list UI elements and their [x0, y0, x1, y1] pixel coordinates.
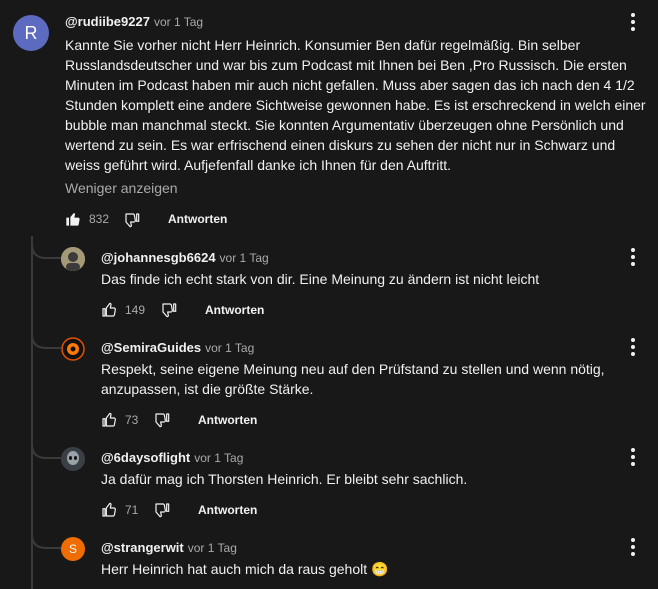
reply-header: @strangerwit vor 1 Tag	[101, 540, 237, 555]
like-button[interactable]	[101, 502, 119, 520]
avatar-letter: S	[68, 542, 77, 556]
timestamp[interactable]: vor 1 Tag	[205, 341, 254, 355]
reply-button[interactable]: Antworten	[168, 212, 227, 226]
avatar[interactable]	[61, 447, 85, 471]
more-vert-icon	[631, 13, 635, 31]
reply-header: @johannesgb6624 vor 1 Tag	[101, 250, 269, 265]
thread-connector	[31, 526, 61, 549]
avatar[interactable]: R	[13, 15, 49, 51]
comment-line: anzupassen, ist die größte Stärke.	[101, 381, 314, 397]
reply-header: @6daysoflight vor 1 Tag	[101, 450, 243, 465]
timestamp[interactable]: vor 1 Tag	[220, 251, 269, 265]
comment-line: Respekt, seine eigene Meinung neu auf de…	[101, 361, 605, 377]
avatar-logo-icon	[61, 337, 85, 361]
avatar[interactable]	[61, 337, 85, 361]
dislike-button[interactable]	[124, 212, 142, 230]
thumbs-up-icon	[102, 502, 116, 517]
avatar-photo-icon	[61, 447, 85, 471]
comment-line: Ja dafür mag ich Thorsten Heinrich. Er b…	[101, 471, 468, 487]
reply-header: @SemiraGuides vor 1 Tag	[101, 340, 254, 355]
thumbs-down-icon	[155, 503, 170, 518]
reply-button[interactable]: Antworten	[205, 303, 264, 317]
avatar-letter: R	[24, 22, 38, 43]
author-name[interactable]: @johannesgb6624	[101, 250, 216, 265]
comment-line: bubble man manchmal steckt. Sie konnten …	[65, 117, 624, 133]
comment-line: Kannte Sie vorher nicht Herr Heinrich. K…	[65, 37, 581, 53]
comment-menu-button[interactable]	[623, 12, 643, 32]
more-vert-icon	[631, 338, 635, 356]
comment-line: Herr Heinrich hat auch mich da raus geho…	[101, 561, 389, 577]
dislike-button[interactable]	[161, 302, 179, 320]
comment-menu-button[interactable]	[623, 537, 643, 557]
avatar-photo-icon	[61, 247, 85, 271]
comment-menu-button[interactable]	[623, 247, 643, 267]
comment-text: Kannte Sie vorher nicht Herr Heinrich. K…	[65, 35, 650, 175]
dislike-button[interactable]	[154, 412, 172, 430]
thumbs-up-icon	[66, 213, 80, 226]
thumbs-up-icon	[102, 302, 116, 317]
dislike-button[interactable]	[154, 502, 172, 520]
thumbs-up-icon	[102, 412, 116, 427]
thumbs-down-icon	[125, 213, 140, 228]
thumbs-down-icon	[162, 303, 177, 318]
comment-menu-button[interactable]	[623, 447, 643, 467]
like-button[interactable]	[101, 302, 119, 320]
timestamp[interactable]: vor 1 Tag	[154, 15, 203, 29]
comment-menu-button[interactable]	[623, 337, 643, 357]
more-vert-icon	[631, 448, 635, 466]
like-count: 832	[89, 212, 110, 226]
thread-connector	[31, 236, 61, 259]
comment-line: wertend zu sein. Es war erfrischend eine…	[65, 137, 616, 153]
like-count: 71	[125, 503, 139, 517]
like-count: 73	[125, 413, 139, 427]
like-count: 149	[125, 303, 146, 317]
comment-line: weiss geführt wird. Aufjefenfall danke i…	[65, 157, 451, 173]
avatar[interactable]	[61, 247, 85, 271]
comment-line: Minuten im Podcast haben mir auch nicht …	[65, 77, 635, 93]
more-vert-icon	[631, 538, 635, 556]
thread-connector	[31, 326, 61, 349]
author-name[interactable]: @6daysoflight	[101, 450, 190, 465]
comment-line: Russlandsdeutscher und war bis zum Podca…	[65, 57, 627, 73]
show-less-link[interactable]: Weniger anzeigen	[65, 180, 178, 196]
author-name[interactable]: @strangerwit	[101, 540, 184, 555]
timestamp[interactable]: vor 1 Tag	[188, 541, 237, 555]
reply-button[interactable]: Antworten	[198, 413, 257, 427]
comment-header: @rudiibe9227 vor 1 Tag	[65, 14, 203, 30]
thumbs-down-icon	[155, 413, 170, 428]
comment-line: Stunden komplett eine andere Sichtweise …	[65, 97, 646, 113]
avatar[interactable]: S	[61, 537, 85, 561]
comment-text: Respekt, seine eigene Meinung neu auf de…	[101, 359, 641, 399]
author-name[interactable]: @SemiraGuides	[101, 340, 201, 355]
like-button[interactable]	[101, 412, 119, 430]
comment-text: Das finde ich echt stark von dir. Eine M…	[101, 269, 641, 289]
thread-connector	[31, 436, 61, 459]
more-vert-icon	[631, 248, 635, 266]
comment-line: Das finde ich echt stark von dir. Eine M…	[101, 271, 540, 287]
author-name[interactable]: @rudiibe9227	[65, 14, 150, 29]
timestamp[interactable]: vor 1 Tag	[194, 451, 243, 465]
like-button[interactable]	[65, 211, 83, 229]
comment-text: Ja dafür mag ich Thorsten Heinrich. Er b…	[101, 469, 641, 489]
comment-text: Herr Heinrich hat auch mich da raus geho…	[101, 559, 641, 579]
reply-button[interactable]: Antworten	[198, 503, 257, 517]
